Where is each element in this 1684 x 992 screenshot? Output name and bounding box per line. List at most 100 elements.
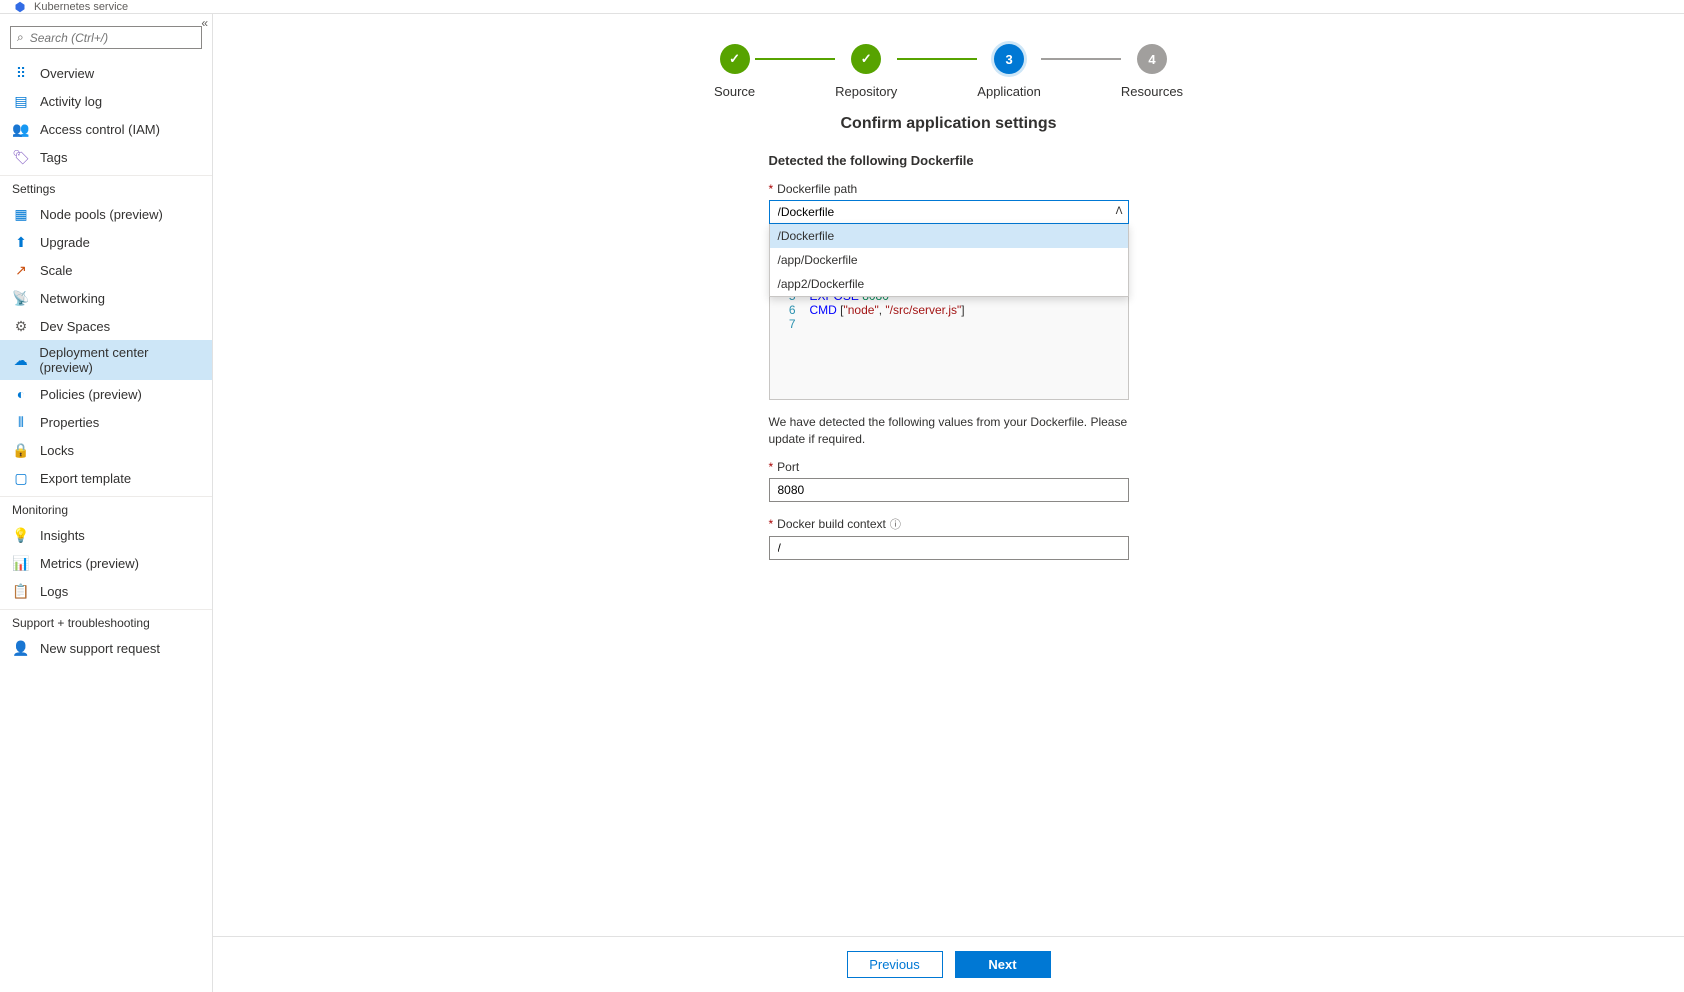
required-asterisk: *	[769, 517, 774, 531]
nav-icon: 👥	[12, 120, 30, 138]
page-title: Confirm application settings	[559, 115, 1339, 133]
info-icon[interactable]: ⓘ	[890, 516, 901, 532]
nav-icon: ⦀	[12, 413, 30, 431]
nav-group-support: Support + troubleshooting	[0, 609, 212, 634]
nav-item-properties[interactable]: ⦀ Properties	[0, 408, 212, 436]
nav-item-deployment-center-preview-[interactable]: ☁ Deployment center (preview)	[0, 340, 212, 380]
main-content: ✓Source ✓Repository 3Application 4 Resources…	[213, 14, 1684, 992]
dockerfile-path-combo[interactable]: ᐱ /Dockerfile/app/Dockerfile/app2/Docker…	[769, 200, 1129, 224]
next-button[interactable]: Next	[955, 951, 1051, 978]
port-input[interactable]	[769, 478, 1129, 502]
step-circle: ✓	[851, 44, 881, 74]
nav-icon: ↗	[12, 261, 30, 279]
required-asterisk: *	[769, 460, 774, 474]
code-line: 7	[770, 317, 1128, 331]
code-line: 6CMD ["node", "/src/server.js"]	[770, 303, 1128, 317]
nav-icon: ⬆	[12, 233, 30, 251]
dockerfile-path-dropdown: /Dockerfile/app/Dockerfile/app2/Dockerfi…	[769, 224, 1129, 297]
nav-item-label: Export template	[40, 471, 131, 486]
wizard-step-repository[interactable]: ✓Repository	[835, 44, 897, 99]
wizard-stepper: ✓Source ✓Repository 3Application 4 Resources	[559, 44, 1339, 99]
nav-item-insights[interactable]: 💡 Insights	[0, 521, 212, 549]
nav-item-label: Insights	[40, 528, 85, 543]
nav-icon: ◐	[12, 385, 30, 403]
wizard-step-source[interactable]: ✓Source	[714, 44, 755, 99]
nav-icon: ⠿	[12, 64, 30, 82]
dockerfile-option[interactable]: /app/Dockerfile	[770, 248, 1128, 272]
nav-item-label: Metrics (preview)	[40, 556, 139, 571]
nav-item-access-control-iam-[interactable]: 👥 Access control (IAM)	[0, 115, 212, 143]
dockerfile-path-label: * Dockerfile path	[769, 182, 1129, 196]
nav-item-logs[interactable]: 📋 Logs	[0, 577, 212, 605]
dockerfile-path-input[interactable]	[769, 200, 1129, 224]
nav-icon: 📋	[12, 582, 30, 600]
step-connector	[1041, 58, 1121, 60]
nav-icon: ☁	[12, 351, 29, 369]
nav-item-label: Locks	[40, 443, 74, 458]
service-type-label: Kubernetes service	[34, 1, 128, 13]
nav-icon: ▦	[12, 205, 30, 223]
line-number: 6	[770, 303, 810, 317]
previous-button[interactable]: Previous	[847, 951, 943, 978]
nav-item-export-template[interactable]: ▢ Export template	[0, 464, 212, 492]
nav-item-new-support-request[interactable]: 👤New support request	[0, 634, 212, 662]
nav-item-dev-spaces[interactable]: ⚙Dev Spaces	[0, 312, 212, 340]
nav-item-overview[interactable]: ⠿ Overview	[0, 59, 212, 87]
nav-item-node-pools-preview-[interactable]: ▦ Node pools (preview)	[0, 200, 212, 228]
search-input[interactable]	[30, 31, 195, 45]
nav-item-label: Policies (preview)	[40, 387, 142, 402]
nav-item-label: Overview	[40, 66, 94, 81]
nav-item-label: Node pools (preview)	[40, 207, 163, 222]
nav-item-label: Logs	[40, 584, 68, 599]
port-label: * Port	[769, 460, 1129, 474]
step-connector	[897, 58, 977, 60]
nav-item-upgrade[interactable]: ⬆ Upgrade	[0, 228, 212, 256]
nav-icon: 💡	[12, 526, 30, 544]
nav-item-label: Properties	[40, 415, 99, 430]
nav-item-label: New support request	[40, 641, 160, 656]
step-circle: 4	[1137, 44, 1167, 74]
dockerfile-option[interactable]: /app2/Dockerfile	[770, 272, 1128, 296]
nav-icon: 📡	[12, 289, 30, 307]
help-text: We have detected the following values fr…	[769, 414, 1129, 448]
kubernetes-service-icon	[12, 1, 28, 13]
nav-item-metrics-preview-[interactable]: 📊 Metrics (preview)	[0, 549, 212, 577]
step-label: Resources	[1121, 84, 1183, 99]
wizard-footer: Previous Next	[213, 936, 1684, 992]
step-label: Application	[977, 84, 1041, 99]
nav-item-label: Deployment center (preview)	[39, 345, 200, 375]
nav-item-label: Networking	[40, 291, 105, 306]
sidebar-search[interactable]: ⌕	[10, 26, 202, 49]
nav-item-locks[interactable]: 🔒 Locks	[0, 436, 212, 464]
nav-item-policies-preview-[interactable]: ◐ Policies (preview)	[0, 380, 212, 408]
nav-item-label: Dev Spaces	[40, 319, 110, 334]
wizard-step-application[interactable]: 3Application	[977, 44, 1041, 99]
wizard-step-resources[interactable]: 4 Resources	[1121, 44, 1183, 99]
nav-item-label: Activity log	[40, 94, 102, 109]
nav-item-label: Access control (IAM)	[40, 122, 160, 137]
nav-group-monitoring: Monitoring	[0, 496, 212, 521]
nav-item-activity-log[interactable]: ▤ Activity log	[0, 87, 212, 115]
nav-group-settings: Settings	[0, 175, 212, 200]
nav-item-label: Tags	[40, 150, 67, 165]
nav-icon: ▤	[12, 92, 30, 110]
build-context-label: * Docker build context ⓘ	[769, 516, 1129, 532]
nav-icon: 📊	[12, 554, 30, 572]
nav-icon: ▢	[12, 469, 30, 487]
build-context-input[interactable]	[769, 536, 1129, 560]
code-content: CMD ["node", "/src/server.js"]	[810, 303, 965, 317]
collapse-sidebar-button[interactable]: «	[201, 16, 208, 30]
nav-item-networking[interactable]: 📡 Networking	[0, 284, 212, 312]
dockerfile-option[interactable]: /Dockerfile	[770, 224, 1128, 248]
step-connector	[755, 58, 835, 60]
nav-item-scale[interactable]: ↗ Scale	[0, 256, 212, 284]
nav-icon: 🔒	[12, 441, 30, 459]
line-number: 7	[770, 317, 810, 331]
step-circle: ✓	[720, 44, 750, 74]
nav-item-label: Upgrade	[40, 235, 90, 250]
required-asterisk: *	[769, 182, 774, 196]
search-icon: ⌕	[17, 30, 24, 45]
nav-item-tags[interactable]: 🏷Tags	[0, 143, 212, 171]
nav-item-label: Scale	[40, 263, 73, 278]
detected-heading: Detected the following Dockerfile	[769, 153, 1129, 168]
